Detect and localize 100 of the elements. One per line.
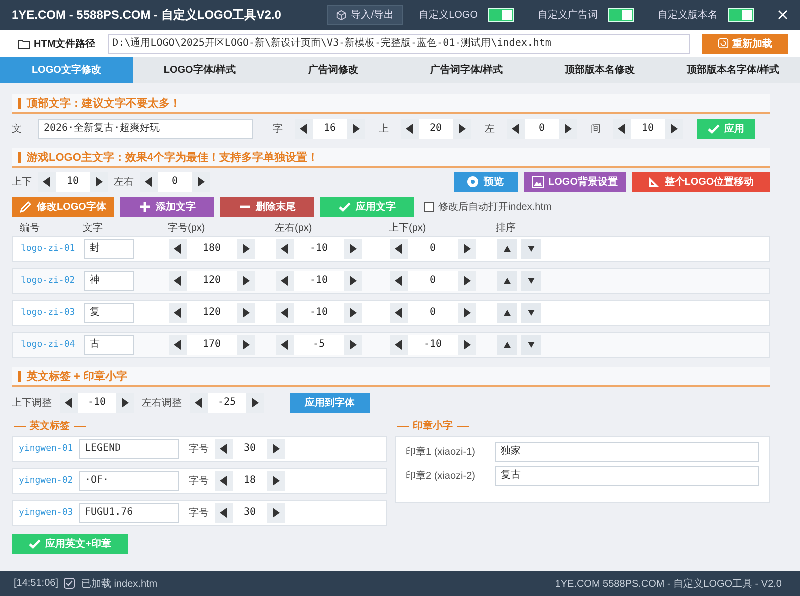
subsection-title: 英文标签 — [30, 420, 70, 433]
up-triangle-icon — [504, 310, 510, 316]
stepper-label: 左右调整 — [142, 397, 182, 410]
size-stepper[interactable]: 30 — [215, 439, 285, 459]
row-id: logo-zi-02 — [21, 276, 76, 286]
check-icon — [338, 201, 351, 213]
offset-y-stepper[interactable]: 0 — [390, 303, 476, 323]
add-button[interactable]: 添加文字 — [120, 197, 214, 217]
offset-x-stepper[interactable]: -10 — [276, 303, 362, 323]
move-up-button[interactable] — [497, 335, 517, 355]
char-field[interactable]: 封 — [84, 239, 134, 259]
size-stepper[interactable]: 180 — [169, 239, 255, 259]
column-header: 字号(px) — [168, 222, 206, 235]
seal-label: 印章2 (xiaozi-2) — [406, 470, 476, 483]
number-stepper[interactable]: 10 — [38, 172, 108, 192]
section-title: 顶部文字：建议文字不要太多！ — [27, 96, 181, 110]
stepper-label: 间 — [591, 123, 601, 136]
seal-text-field[interactable]: 复古 — [495, 466, 759, 486]
move-down-button[interactable] — [521, 335, 541, 355]
toggle-label: 自定义广告词 — [538, 8, 598, 22]
label-text-field[interactable]: LEGEND — [79, 439, 179, 459]
move-down-button[interactable] — [521, 303, 541, 323]
size-stepper[interactable]: 18 — [215, 471, 285, 491]
number-stepper[interactable]: 20 — [401, 119, 471, 139]
number-stepper[interactable]: 0 — [507, 119, 577, 139]
move-up-button[interactable] — [497, 303, 517, 323]
row-id: yingwen-01 — [19, 444, 74, 454]
eye-icon — [467, 176, 480, 188]
label-text-field[interactable]: ·OF· — [79, 471, 179, 491]
row-id: yingwen-02 — [19, 476, 74, 486]
section-title: 英文标签 + 印章小字 — [27, 370, 128, 384]
offset-y-stepper[interactable]: 0 — [390, 271, 476, 291]
stepper-label: 字 — [273, 122, 283, 136]
move-up-button[interactable] — [497, 239, 517, 259]
move-button[interactable]: 整个LOGO位置移动 — [632, 172, 770, 192]
check-icon — [28, 538, 41, 550]
column-header: 上下(px) — [389, 222, 428, 235]
toggle-switch[interactable] — [488, 8, 514, 22]
background-button[interactable]: LOGO背景设置 — [524, 172, 626, 192]
size-stepper[interactable]: 30 — [215, 503, 285, 523]
size-stepper[interactable]: 120 — [169, 271, 255, 291]
number-stepper[interactable]: 0 — [140, 172, 210, 192]
offset-x-stepper[interactable]: -10 — [276, 239, 362, 259]
offset-x-stepper[interactable]: -5 — [276, 335, 362, 355]
size-label: 字号 — [189, 442, 209, 456]
toggle-switch[interactable] — [608, 8, 634, 22]
size-label: 字号 — [189, 474, 209, 488]
cube-icon — [336, 10, 348, 20]
stepper-label: 上下调整 — [12, 396, 52, 410]
delete-button[interactable]: 删除末尾 — [220, 197, 314, 217]
toggle-label: 自定义版本名 — [658, 8, 718, 22]
path-field[interactable]: D:\通用LOGO\2025开区LOGO-新\新设计页面\V3-新模板-完整版-蓝色-01-测试用\index.htm — [108, 34, 690, 54]
seal-label: 印章1 (xiaozi-1) — [406, 446, 476, 459]
toggle-switch[interactable] — [728, 8, 754, 22]
column-header: 左右(px) — [275, 222, 314, 235]
row-id: logo-zi-04 — [21, 340, 76, 350]
offset-x-stepper[interactable]: -10 — [276, 271, 362, 291]
column-header: 文字 — [83, 222, 104, 235]
column-header: 排序 — [496, 222, 517, 235]
checkbox-label: 修改后自动打开index.htm — [438, 200, 552, 214]
refresh-icon — [718, 38, 728, 49]
status-message: 已加载 index.htm — [81, 578, 158, 590]
seal-text-field[interactable]: 独家 — [495, 442, 759, 462]
size-stepper[interactable]: 120 — [169, 303, 255, 323]
section-title: 游戏LOGO主文字：效果4个字为最佳！支持多字单独设置！ — [27, 150, 319, 164]
offset-y-stepper[interactable]: -10 — [390, 335, 476, 355]
text-label: 文 — [12, 122, 22, 136]
move-up-button[interactable] — [497, 271, 517, 291]
close-icon[interactable] — [778, 10, 788, 20]
char-field[interactable]: 古 — [84, 335, 134, 355]
size-stepper[interactable]: 170 — [169, 335, 255, 355]
down-triangle-icon — [528, 342, 534, 348]
size-label: 字号 — [189, 506, 209, 520]
move-down-button[interactable] — [521, 239, 541, 259]
number-stepper[interactable]: 16 — [295, 119, 365, 139]
column-header: 编号 — [20, 222, 41, 235]
number-stepper[interactable]: -10 — [60, 393, 134, 413]
status-credit: 1YE.COM 5588PS.COM - 自定义LOGO工具 - V2.0 — [555, 578, 782, 590]
window-title: 1YE.COM - 5588PS.COM - 自定义LOGO工具V2.0 — [12, 6, 282, 24]
move-down-button[interactable] — [521, 271, 541, 291]
up-triangle-icon — [504, 342, 510, 348]
plus-icon — [138, 201, 151, 213]
number-stepper[interactable]: 10 — [613, 119, 683, 139]
image-icon — [532, 176, 544, 188]
check-icon — [708, 123, 720, 135]
pencil-icon — [20, 201, 32, 213]
offset-y-stepper[interactable]: 0 — [390, 239, 476, 259]
up-triangle-icon — [504, 278, 510, 284]
subsection-title: 印章小字 — [413, 419, 453, 433]
import-export-button[interactable]: 导入/导出 — [327, 5, 404, 25]
number-stepper[interactable]: -25 — [190, 393, 264, 413]
text-field[interactable]: 2026·全新复古·超爽好玩 — [38, 119, 253, 139]
triangle-ruler-icon — [648, 176, 660, 188]
char-field[interactable]: 复 — [84, 303, 134, 323]
checkbox[interactable] — [424, 202, 434, 212]
char-field[interactable]: 神 — [84, 271, 134, 291]
row-id: logo-zi-01 — [21, 244, 76, 254]
folder-icon — [18, 38, 30, 48]
toggle-label: 自定义LOGO — [419, 8, 478, 22]
label-text-field[interactable]: FUGU1.76 — [79, 503, 179, 523]
